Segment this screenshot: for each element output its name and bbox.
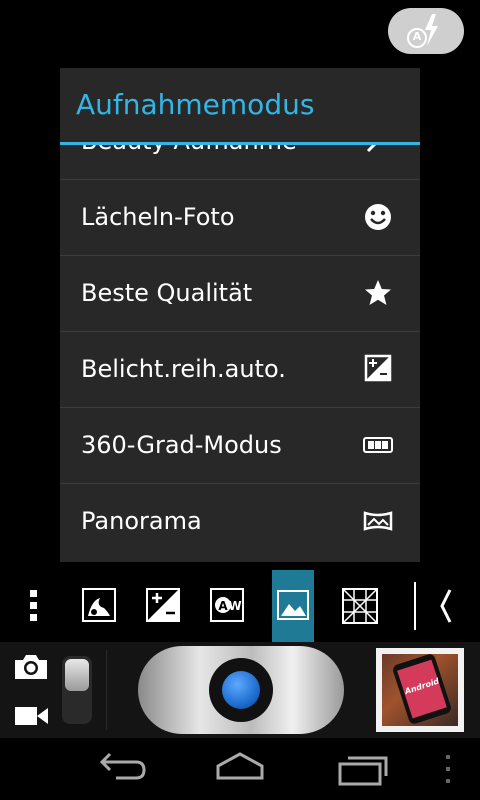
back-icon: [99, 752, 146, 780]
shutter-button[interactable]: [138, 646, 344, 734]
landscape-icon: [277, 590, 309, 620]
quick-settings-toolbar: A W: [0, 570, 480, 642]
switch-knob: [65, 659, 89, 691]
menu-icon: [30, 590, 37, 621]
recent-apps-button[interactable]: [330, 746, 390, 790]
svg-text:W: W: [228, 599, 241, 613]
landscape-mode-button[interactable]: [272, 570, 314, 642]
list-item-beauty[interactable]: Beauty-Aufnahme: [60, 145, 420, 180]
video-icon[interactable]: [14, 704, 50, 728]
scene-mode-button[interactable]: [74, 570, 122, 642]
smile-icon: [365, 204, 391, 230]
dialog-title: Aufnahmemodus: [76, 88, 315, 121]
flash-mode-button[interactable]: A: [388, 8, 464, 54]
exposure-icon: [146, 588, 180, 622]
list-item-smile-shot[interactable]: Lächeln-Foto: [60, 179, 420, 256]
photo-video-switch[interactable]: [62, 656, 92, 724]
recent-apps-icon: [338, 756, 388, 786]
star-icon: [365, 280, 391, 305]
white-balance-button[interactable]: A W: [202, 570, 250, 642]
gallery-thumbnail[interactable]: Android: [376, 648, 464, 732]
360-icon: [363, 437, 393, 453]
collapse-chevron-icon: [440, 589, 452, 623]
beauty-wand-icon: [366, 145, 377, 153]
panorama-icon: [363, 511, 393, 531]
menu-button[interactable]: [12, 570, 54, 642]
back-button[interactable]: [90, 746, 150, 790]
list-item-auto-bracketing[interactable]: Belicht.reih.auto.: [60, 331, 420, 408]
toolbar-divider: [414, 582, 416, 630]
thumbnail-image: Android: [382, 654, 458, 726]
shooting-mode-dialog: Aufnahmemodus Beauty-Aufnahme Lächeln-Fo…: [60, 68, 420, 562]
flash-auto-badge: A: [412, 30, 422, 43]
list-item-label: Lächeln-Foto: [81, 203, 235, 231]
capture-control-panel: Android: [0, 642, 480, 738]
thumbnail-phone: Android: [391, 654, 453, 726]
scene-icon: [82, 588, 116, 622]
list-item-360-mode[interactable]: 360-Grad-Modus: [60, 407, 420, 484]
svg-text:A: A: [218, 599, 228, 613]
home-icon: [216, 752, 264, 780]
list-item-best-quality[interactable]: Beste Qualität: [60, 255, 420, 332]
collapse-toolbar-button[interactable]: [430, 570, 464, 642]
list-item-label: 360-Grad-Modus: [81, 431, 282, 459]
list-item-label: Beauty-Aufnahme: [81, 145, 297, 179]
home-button[interactable]: [210, 746, 270, 790]
shutter-core: [222, 671, 260, 709]
shooting-mode-list[interactable]: Beauty-Aufnahme Lächeln-Foto Beste Quali…: [60, 145, 420, 562]
white-balance-icon: A W: [210, 588, 244, 622]
camera-icon[interactable]: [12, 652, 50, 682]
list-item-label: Belicht.reih.auto.: [81, 355, 286, 383]
panel-divider: [106, 650, 107, 730]
grid-icon: [342, 588, 378, 624]
exposure-icon: [364, 354, 392, 382]
shutter-ring: [209, 658, 273, 722]
grid-button[interactable]: [334, 570, 382, 642]
exposure-button[interactable]: [138, 570, 186, 642]
list-item-panorama[interactable]: Panorama: [60, 483, 420, 559]
navigation-bar: [0, 738, 480, 800]
overflow-menu-icon[interactable]: [440, 752, 456, 786]
thumbnail-text: Android: [403, 676, 441, 697]
list-item-label: Beste Qualität: [81, 279, 253, 307]
list-item-label: Panorama: [81, 507, 202, 535]
thumbnail-screen: Android: [397, 659, 447, 719]
flash-auto-icon: [407, 14, 438, 48]
